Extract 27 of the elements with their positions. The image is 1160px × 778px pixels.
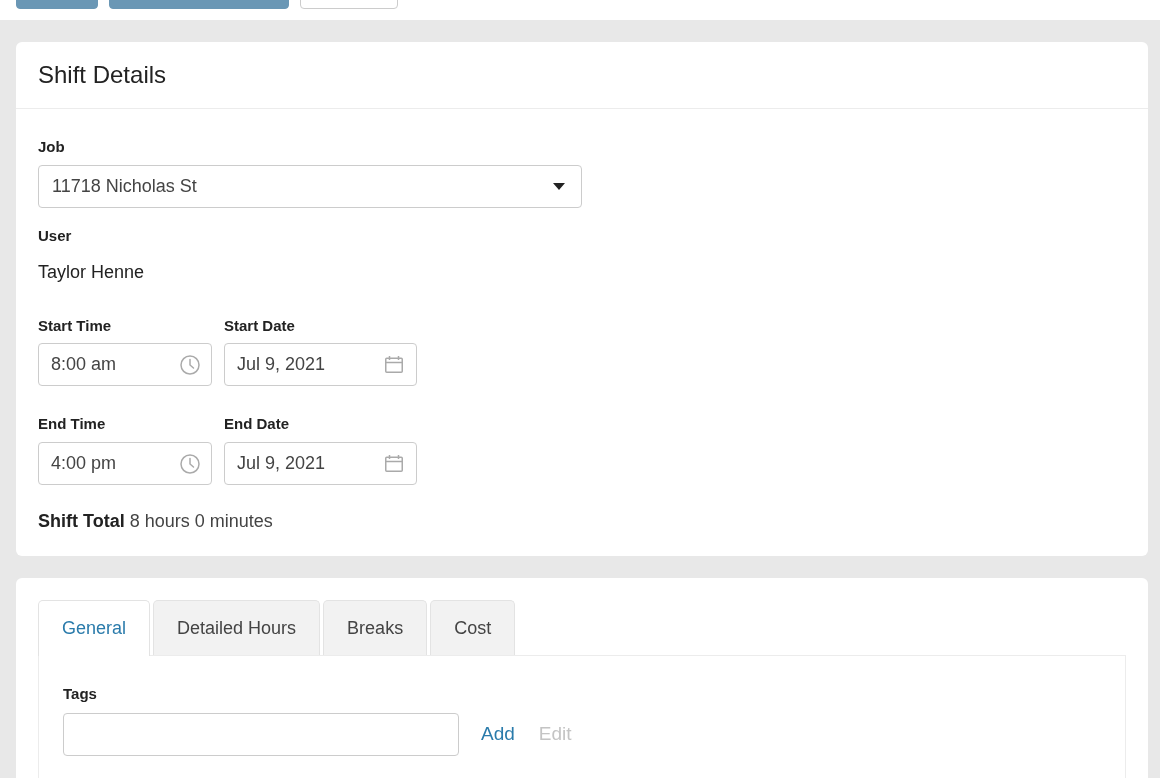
total-label: Shift Total — [38, 510, 125, 533]
time-field[interactable]: 4:00 pm — [38, 442, 212, 485]
field-label: Job — [38, 137, 66, 157]
action-link[interactable]: Add — [481, 723, 515, 745]
time-field[interactable]: 8:00 am — [38, 343, 212, 386]
field-label: Start Date — [224, 316, 296, 336]
date-field[interactable]: Jul 9, 2021 — [224, 343, 417, 386]
user-name: Taylor Henne — [38, 261, 146, 284]
tab[interactable]: Cost — [430, 600, 516, 655]
field-label: Start Time — [38, 316, 113, 336]
caret-icon — [553, 183, 565, 190]
clock-icon — [180, 453, 200, 474]
calendar-icon — [385, 455, 403, 472]
tags-input[interactable] — [63, 713, 459, 756]
clock-icon — [180, 354, 200, 375]
card-title: Shift Details — [38, 61, 167, 89]
tab[interactable]: General — [38, 600, 151, 656]
field-label: Tags — [63, 684, 98, 704]
field-label: User — [38, 226, 73, 246]
tab[interactable]: Detailed Hours — [153, 600, 321, 655]
date-field[interactable]: Jul 9, 2021 — [224, 442, 417, 485]
total-value: 8 hours 0 minutes — [129, 510, 273, 533]
calendar-icon — [385, 356, 403, 373]
field-label: End Time — [38, 414, 107, 434]
field-label: End Date — [224, 414, 290, 434]
tab[interactable]: Breaks — [323, 600, 428, 655]
job-select[interactable]: 11718 Nicholas St — [38, 165, 582, 208]
